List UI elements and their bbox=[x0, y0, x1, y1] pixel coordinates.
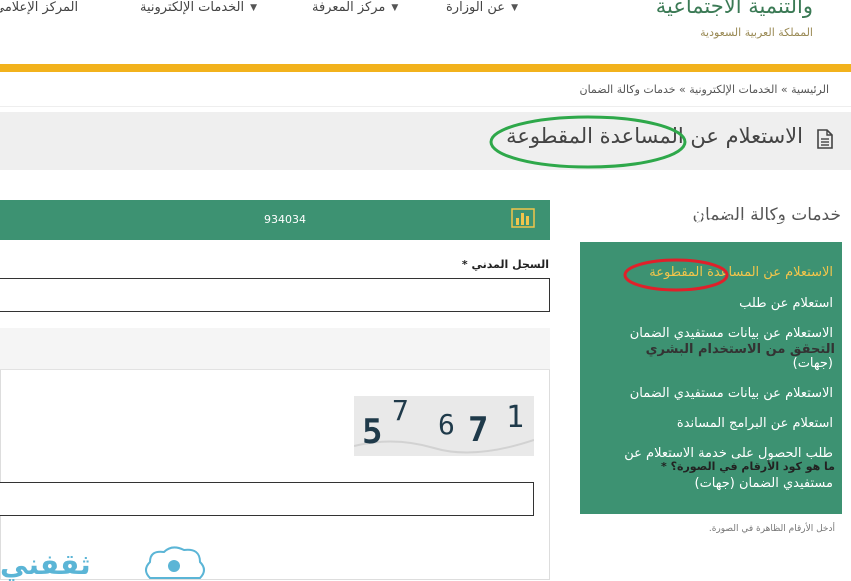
captcha-input[interactable] bbox=[0, 482, 534, 516]
required-mark: * bbox=[660, 460, 667, 473]
nav-label: المركز الإعلامي bbox=[0, 0, 79, 15]
captcha-digit: 1 bbox=[506, 400, 525, 435]
sidebar-item-service-request[interactable]: طلب الحصول على خدمة الاستعلام عن bbox=[624, 446, 833, 461]
nav-e-services[interactable]: ▼ الخدمات الإلكترونية bbox=[140, 0, 257, 15]
civil-record-label-text: السجل المدني bbox=[471, 258, 549, 271]
nav-label: الخدمات الإلكترونية bbox=[140, 0, 245, 15]
sidebar-item-beneficiaries-inquiry[interactable]: الاستعلام عن بيانات مستفيدي الضمان bbox=[630, 386, 833, 401]
civil-record-input[interactable] bbox=[0, 278, 550, 312]
sidebar-item-support-programs[interactable]: استعلام عن البرامج المساندة bbox=[677, 416, 833, 431]
nav-label: مركز المعرفة bbox=[312, 0, 386, 15]
header-accent-bar bbox=[0, 64, 851, 72]
document-icon bbox=[817, 129, 833, 149]
captcha-question-label: ما هو كود الأرقام في الصورة؟ * bbox=[661, 460, 835, 473]
nav-about-ministry[interactable]: ▼ عن الوزارة bbox=[446, 0, 518, 15]
required-mark: * bbox=[461, 258, 468, 271]
nav-label: عن الوزارة bbox=[446, 0, 506, 15]
sidebar-item-service-request-cont[interactable]: مستفيدي الضمان (جهات) bbox=[695, 476, 834, 491]
stats-count: 934034 bbox=[264, 213, 306, 226]
chevron-down-icon: ▼ bbox=[250, 2, 258, 13]
captcha-digit: 7 bbox=[468, 410, 489, 450]
civil-record-label: السجل المدني * bbox=[462, 258, 549, 271]
captcha-digit: 6 bbox=[438, 408, 455, 441]
captcha-question-text: ما هو كود الأرقام في الصورة؟ bbox=[670, 460, 835, 473]
sidebar-item-beneficiaries-inquiry-entities[interactable]: الاستعلام عن بيانات مستفيدي الضمان bbox=[630, 326, 833, 341]
sidebar-item-request-inquiry[interactable]: استعلام عن طلب bbox=[739, 296, 833, 311]
green-highlight-circle bbox=[489, 115, 687, 169]
captcha-hint: أدخل الأرقام الظاهرة في الصورة. bbox=[708, 524, 835, 534]
chevron-down-icon: ▼ bbox=[511, 2, 518, 13]
captcha-heading: التحقق من الاستخدام البشري bbox=[645, 342, 835, 357]
stats-label: عدد مرات الاستعلام خلال ٣٠ يوما سابقه bbox=[602, 213, 785, 226]
watermark-logo-text: ثقفني bbox=[0, 548, 91, 581]
ministry-logo-subtitle: المملكة العربية السعودية bbox=[700, 26, 813, 39]
nav-knowledge-center[interactable]: ▼ مركز المعرفة bbox=[312, 0, 398, 15]
lightbulb-cloud-icon bbox=[145, 546, 205, 579]
ministry-logo-title[interactable]: والتنمية الاجتماعية bbox=[656, 0, 813, 18]
captcha-image: 5 7 6 7 1 bbox=[353, 394, 535, 456]
bar-chart-icon bbox=[511, 208, 535, 228]
chevron-down-icon: ▼ bbox=[391, 2, 399, 13]
red-highlight-circle bbox=[623, 258, 729, 292]
nav-media-center[interactable]: المركز الإعلامي bbox=[0, 0, 78, 15]
sidebar-item-entities-suffix[interactable]: (جهات) bbox=[793, 356, 833, 371]
captcha-digit: 7 bbox=[392, 394, 409, 427]
captcha-panel-header bbox=[0, 328, 550, 370]
breadcrumb[interactable]: الرئيسية » الخدمات الإلكترونية » خدمات و… bbox=[580, 83, 830, 96]
captcha-digit: 5 bbox=[362, 412, 383, 452]
